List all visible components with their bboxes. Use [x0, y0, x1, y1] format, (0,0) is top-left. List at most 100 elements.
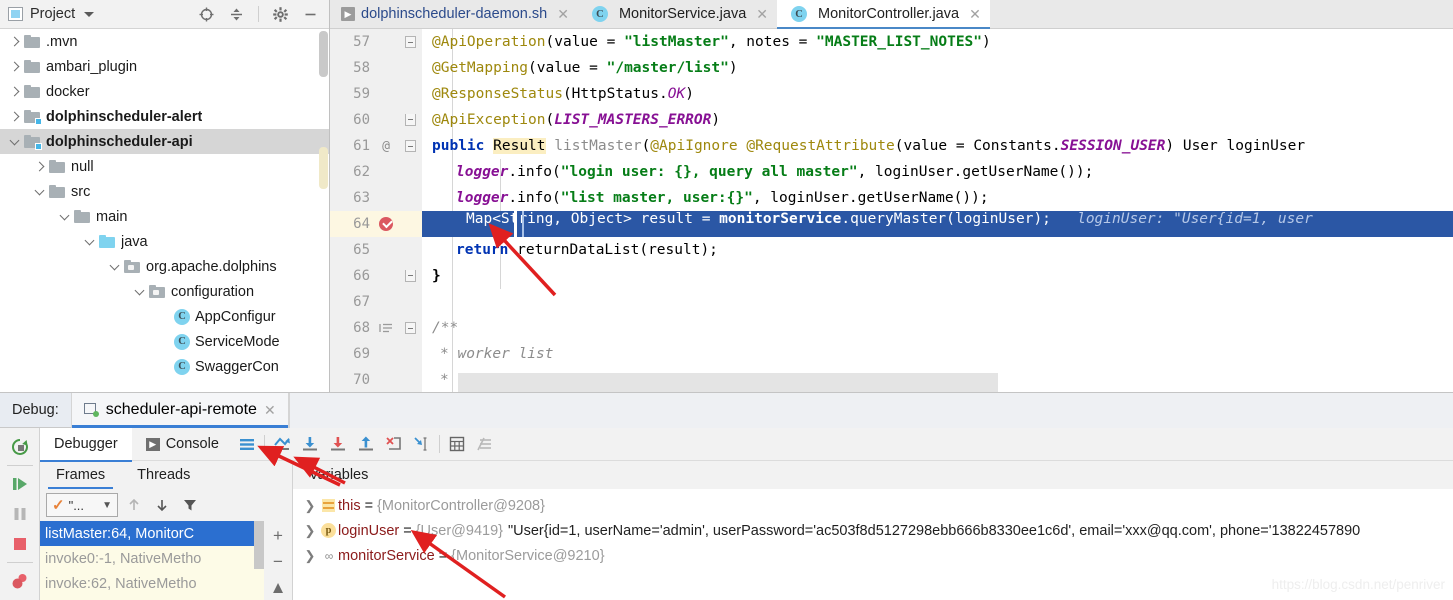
tree-item-label: SwaggerCon [195, 358, 279, 375]
close-icon[interactable]: ✕ [969, 6, 981, 23]
chevron-down-icon[interactable] [83, 235, 96, 248]
step-out-icon[interactable] [352, 428, 380, 461]
frame-row[interactable]: invoke0:-1, NativeMetho [40, 546, 264, 571]
frames-scrollbar[interactable] [254, 521, 264, 569]
tree-item-docker[interactable]: docker [0, 79, 329, 104]
debug-session-tab[interactable]: scheduler-api-remote ✕ [70, 392, 289, 428]
fold-handle[interactable] [398, 322, 422, 334]
line-number: 61 [353, 138, 370, 154]
rerun-icon[interactable] [1, 432, 39, 462]
tree-item-ambari-plugin[interactable]: ambari_plugin [0, 54, 329, 79]
line-number: 68 [353, 320, 370, 336]
pause-program-icon[interactable] [1, 499, 39, 529]
chevron-down-icon[interactable] [108, 260, 121, 273]
project-tree[interactable]: .mvn ambari_plugin docker dolphinscheduler-… [0, 29, 329, 392]
tree-item-null[interactable]: null [0, 154, 329, 179]
frame-row[interactable]: invoke:62, NativeMetho [40, 571, 264, 596]
project-tree-scrollbar[interactable] [319, 31, 328, 77]
step-over-icon[interactable] [296, 428, 324, 461]
locate-icon[interactable] [198, 6, 215, 23]
chevron-down-icon[interactable]: ▼ [102, 500, 112, 511]
annotation-gutter-icon[interactable]: @ [374, 139, 398, 154]
add-icon[interactable]: + [266, 524, 290, 548]
project-window-icon [8, 7, 23, 21]
expand-arrow-icon[interactable]: ❯ [301, 548, 319, 564]
tree-item-swaggercon[interactable]: C SwaggerCon [0, 354, 329, 379]
gear-icon[interactable] [272, 6, 289, 23]
expand-arrow-icon[interactable]: ❯ [301, 523, 319, 539]
show-execution-point-icon[interactable] [268, 428, 296, 461]
filter-icon[interactable] [178, 493, 202, 517]
javadoc-gutter-icon[interactable] [374, 322, 398, 334]
tab-threads[interactable]: Threads [121, 461, 206, 489]
view-breakpoints-icon[interactable] [1, 566, 39, 596]
breakpoint-icon[interactable] [374, 217, 398, 231]
editor-tab-label: MonitorController.java [818, 6, 960, 22]
tree-item-dolphinscheduler-alert[interactable]: dolphinscheduler-alert [0, 104, 329, 129]
expand-arrow-icon[interactable]: ❯ [301, 498, 319, 514]
close-icon[interactable]: ✕ [756, 6, 768, 23]
close-icon[interactable]: ✕ [557, 6, 569, 23]
project-tool-window: Project .mvn ambari_plugin docker dolphi… [0, 0, 330, 392]
force-step-into-icon[interactable] [380, 428, 408, 461]
variable-row-this[interactable]: ❯ this = {MonitorController@9208} [293, 493, 1453, 518]
chevron-down-icon[interactable] [133, 285, 146, 298]
frame-row[interactable]: listMaster:64, MonitorC [40, 521, 264, 546]
fold-handle[interactable] [398, 36, 422, 48]
editor-tab-monitorservice-java[interactable]: C MonitorService.java ✕ [578, 0, 777, 28]
evaluate-expression-icon[interactable] [443, 428, 471, 461]
chevron-right-icon[interactable] [33, 160, 46, 173]
chevron-down-icon[interactable] [8, 135, 21, 148]
mute-breakpoints-icon[interactable] [471, 428, 499, 461]
run-to-cursor-icon[interactable] [408, 428, 436, 461]
tree-item-servicemode[interactable]: C ServiceMode [0, 329, 329, 354]
project-title-button[interactable]: Project [8, 6, 95, 22]
chevron-right-icon[interactable] [8, 85, 21, 98]
chevron-right-icon[interactable] [8, 110, 21, 123]
variable-row-loginuser[interactable]: ❯ p loginUser = {User@9419} "User{id=1, … [293, 518, 1453, 543]
tree-item-src[interactable]: src [0, 179, 329, 204]
chevron-down-icon[interactable] [33, 185, 46, 198]
tree-item-java[interactable]: java [0, 229, 329, 254]
remote-debug-icon [83, 403, 99, 417]
chevron-down-icon[interactable] [58, 210, 71, 223]
tree-item-appconfigur[interactable]: C AppConfigur [0, 304, 329, 329]
editor-tab-dolphinscheduler-daemon-sh[interactable]: ▶ dolphinscheduler-daemon.sh ✕ [330, 0, 578, 28]
frames-list[interactable]: listMaster:64, MonitorC invoke0:-1, Nativ… [40, 521, 264, 600]
stop-icon[interactable] [1, 529, 39, 559]
scroll-up-icon[interactable]: ▲ [266, 576, 290, 600]
minimize-icon[interactable] [302, 6, 319, 23]
tree-item-label: dolphinscheduler-api [46, 133, 193, 150]
tree-item-org-apache-dolphins[interactable]: org.apache.dolphins [0, 254, 329, 279]
tab-debugger[interactable]: Debugger [40, 427, 132, 462]
collapse-all-icon[interactable] [228, 6, 245, 23]
chevron-right-icon[interactable] [8, 60, 21, 73]
close-icon[interactable]: ✕ [264, 402, 276, 419]
tab-variables[interactable]: Variables [293, 461, 384, 489]
tab-console[interactable]: ▶ Console [132, 428, 233, 461]
fold-handle[interactable] [398, 140, 422, 152]
editor-tab-monitorcontroller-java[interactable]: C MonitorController.java ✕ [777, 0, 990, 29]
fold-handle[interactable] [398, 270, 422, 282]
fold-handle[interactable] [398, 114, 422, 126]
debug-main: Debugger ▶ Console Frames Threads ✓ "...… [40, 427, 1453, 600]
variable-reference: {User@9419} [415, 522, 503, 539]
remove-icon[interactable]: − [266, 550, 290, 574]
thread-selector-combobox[interactable]: ✓ "... ▼ [46, 493, 118, 517]
up-arrow-icon[interactable] [122, 493, 146, 517]
code-editor[interactable]: 57 @ApiOperation(value = "listMaster", n… [330, 29, 1453, 392]
layout-settings-icon[interactable] [233, 428, 261, 461]
tree-item-main[interactable]: main [0, 204, 329, 229]
tree-item-dolphinscheduler-api[interactable]: dolphinscheduler-api [0, 129, 329, 154]
chevron-right-icon[interactable] [8, 35, 21, 48]
tree-item-label: java [121, 233, 148, 250]
down-arrow-icon[interactable] [150, 493, 174, 517]
chevron-down-icon[interactable] [84, 11, 95, 17]
variable-row-monitorservice[interactable]: ❯ ∞ monitorService = {MonitorService@921… [293, 543, 1453, 568]
tree-item--mvn[interactable]: .mvn [0, 29, 329, 54]
tab-frames[interactable]: Frames [40, 461, 121, 489]
step-into-icon[interactable] [324, 428, 352, 461]
resume-program-icon[interactable] [1, 469, 39, 499]
tree-item-configuration[interactable]: configuration [0, 279, 329, 304]
